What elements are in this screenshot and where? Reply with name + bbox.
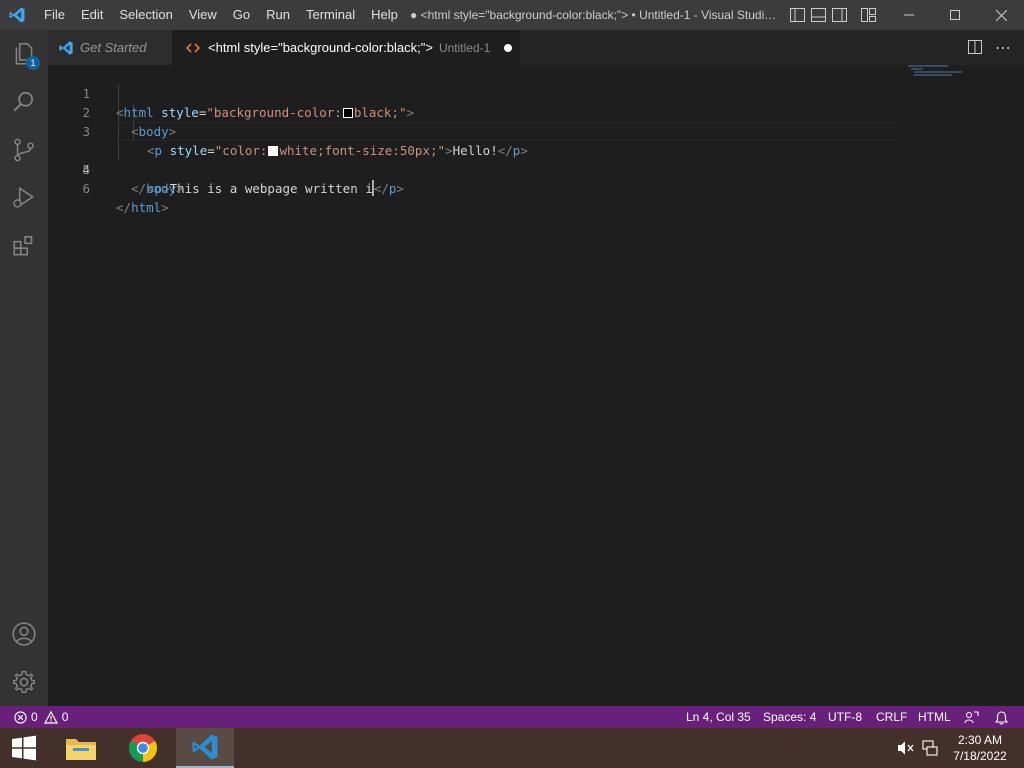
tab-get-started[interactable]: Get Started: [48, 30, 172, 65]
feedback-icon[interactable]: [964, 710, 979, 724]
line-number: 6: [82, 181, 90, 196]
tab-get-started-label: Get Started: [80, 40, 147, 55]
tab-untitled-description: Untitled-1: [438, 40, 491, 55]
system-clock[interactable]: 2:30 AM 7/18/2022: [948, 732, 1012, 764]
run-and-debug-icon[interactable]: [0, 174, 48, 222]
maximize-button[interactable]: [932, 0, 978, 30]
language-mode[interactable]: HTML: [918, 706, 951, 728]
menu-run[interactable]: Run: [258, 0, 298, 30]
explorer-icon[interactable]: 1: [0, 30, 48, 78]
html-file-icon: [186, 42, 200, 53]
activity-bar: 1: [0, 30, 48, 706]
window-controls: [886, 0, 1024, 30]
windows-taskbar: 2:30 AM 7/18/2022: [0, 728, 1024, 768]
editor-tab-bar: Get Started <html style="background-colo…: [48, 30, 1024, 65]
code-line-5[interactable]: 5 </body>: [48, 141, 1024, 196]
notifications-bell-icon[interactable]: [994, 710, 1009, 725]
unsaved-dot-icon[interactable]: [504, 43, 513, 52]
folder-icon: [66, 739, 96, 760]
title-bar: File Edit Selection View Go Run Terminal…: [0, 0, 1024, 30]
vscode-logo-icon: [0, 0, 34, 30]
chrome-icon: [129, 734, 157, 762]
menu-bar: File Edit Selection View Go Run Terminal…: [36, 0, 406, 30]
accounts-icon[interactable]: [0, 610, 48, 658]
warning-icon: [43, 710, 58, 724]
clock-date: 7/18/2022: [953, 749, 1007, 763]
tab-untitled-1[interactable]: <html style="background-color:black;"> U…: [172, 30, 520, 65]
customize-layout-icon[interactable]: [860, 7, 876, 23]
taskbar-chrome[interactable]: [120, 728, 166, 768]
menu-file[interactable]: File: [36, 0, 73, 30]
error-count: 0: [31, 710, 38, 724]
error-icon: [14, 710, 27, 724]
menu-edit[interactable]: Edit: [73, 0, 111, 30]
current-line-highlight: [116, 122, 900, 141]
network-icon[interactable]: [922, 740, 938, 761]
eol-setting[interactable]: CRLF: [876, 706, 907, 728]
more-actions-icon[interactable]: ⋯: [995, 38, 1011, 58]
taskbar-file-explorer[interactable]: [58, 728, 104, 768]
tab-untitled-label: <html style="background-color:black;">: [208, 40, 433, 55]
encoding-setting[interactable]: UTF-8: [828, 706, 862, 728]
code-line-1[interactable]: 1 <html style="background-color: black;">: [48, 65, 1024, 120]
code-line-6[interactable]: 6 </html>: [48, 160, 1024, 215]
toggle-primary-sidebar-icon[interactable]: [789, 7, 805, 23]
vscode-small-icon: [59, 40, 73, 55]
menu-selection[interactable]: Selection: [111, 0, 180, 30]
code-line-3[interactable]: 3 <p style="color: white;font-size:50px;"…: [48, 103, 1024, 158]
menu-help[interactable]: Help: [363, 0, 406, 30]
source-control-icon[interactable]: [0, 126, 48, 174]
cursor-position[interactable]: Ln 4, Col 35: [686, 706, 751, 728]
code-line-4[interactable]: 4 <p>This is a webpage written i</p>: [48, 122, 1024, 196]
window-title: ● <html style="background-color:black;">…: [410, 8, 782, 22]
vscode-taskbar-icon: [192, 734, 218, 760]
toggle-secondary-sidebar-icon[interactable]: [831, 7, 847, 23]
menu-go[interactable]: Go: [225, 0, 258, 30]
toggle-panel-icon[interactable]: [810, 7, 826, 23]
clock-time: 2:30 AM: [957, 733, 1003, 747]
indentation-setting[interactable]: Spaces: 4: [763, 706, 816, 728]
volume-muted-icon[interactable]: [897, 740, 915, 761]
minimize-button[interactable]: [886, 0, 932, 30]
problems-indicator[interactable]: 0 0: [14, 706, 68, 728]
explorer-badge: 1: [26, 56, 40, 70]
code-line-2[interactable]: 2 <body>: [48, 84, 1024, 139]
close-window-button[interactable]: [978, 0, 1024, 30]
extensions-icon[interactable]: [0, 222, 48, 270]
status-bar: 0 0 Ln 4, Col 35 Spaces: 4 UTF-8 CRLF HT…: [0, 706, 1024, 728]
manage-gear-icon[interactable]: [0, 658, 48, 706]
windows-logo-icon: [12, 735, 36, 761]
warning-count: 0: [61, 710, 69, 724]
split-editor-icon[interactable]: [967, 39, 983, 60]
taskbar-vscode[interactable]: [176, 728, 234, 768]
code-editor[interactable]: 1 <html style="background-color: black;">…: [48, 65, 1024, 706]
menu-view[interactable]: View: [181, 0, 225, 30]
search-icon[interactable]: [0, 78, 48, 126]
layout-controls: [789, 7, 876, 23]
menu-terminal[interactable]: Terminal: [298, 0, 363, 30]
start-button[interactable]: [0, 728, 48, 768]
